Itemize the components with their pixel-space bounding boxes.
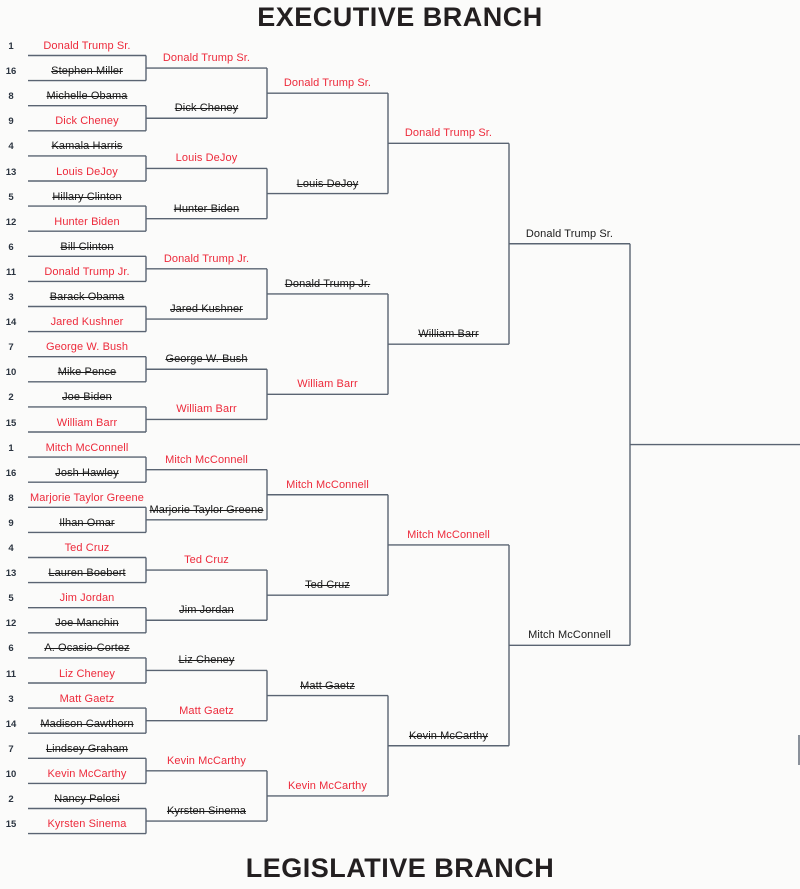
seed-number: 6 [8, 643, 14, 655]
bracket-entrant-round5[interactable]: Donald Trump Sr. [509, 228, 630, 240]
seed-number: 9 [8, 116, 14, 128]
seed-number: 5 [8, 191, 14, 203]
bracket-entrant-round2[interactable]: Louis DeJoy [146, 152, 267, 164]
bracket-entrant-round3[interactable]: Mitch McConnell [267, 479, 388, 491]
bracket-entrant-round2[interactable]: Matt Gaetz [146, 705, 267, 717]
bracket-entrant-round1[interactable]: A. Ocasio-Cortez [28, 642, 146, 654]
bracket-entrant-round3[interactable]: Donald Trump Jr. [267, 278, 388, 290]
bracket-entrant-round2[interactable]: Ted Cruz [146, 554, 267, 566]
bracket-entrant-round1[interactable]: Liz Cheney [28, 668, 146, 680]
bracket-entrant-round1[interactable]: Kamala Harris [28, 140, 146, 152]
seed-number: 14 [5, 317, 17, 329]
seed-number: 12 [5, 216, 17, 228]
seed-number: 13 [5, 568, 17, 580]
bracket-entrant-round1[interactable]: Josh Hawley [28, 467, 146, 479]
bracket-entrant-round2[interactable]: Hunter Biden [146, 203, 267, 215]
bracket-entrant-round1[interactable]: Donald Trump Jr. [28, 266, 146, 278]
bracket-entrant-round3[interactable]: Matt Gaetz [267, 680, 388, 692]
seed-number: 5 [8, 593, 14, 605]
bracket-entrant-round2[interactable]: William Barr [146, 403, 267, 415]
bracket-entrant-round3[interactable]: Kevin McCarthy [267, 780, 388, 792]
bracket-entrant-round2[interactable]: George W. Bush [146, 353, 267, 365]
seed-number: 15 [5, 819, 17, 831]
bracket-entrant-round1[interactable]: George W. Bush [28, 341, 146, 353]
bracket-entrant-round2[interactable]: Donald Trump Sr. [146, 52, 267, 64]
seed-number: 16 [5, 66, 17, 78]
seed-number: 13 [5, 166, 17, 178]
bracket-entrant-round3[interactable]: Louis DeJoy [267, 178, 388, 190]
bracket-entrant-round1[interactable]: Kevin McCarthy [28, 768, 146, 780]
page-title-executive-branch: EXECUTIVE BRANCH [257, 2, 543, 32]
tournament-bracket: EXECUTIVE BRANCH LEGISLATIVE BRANCH 1 16 8… [0, 0, 800, 889]
bracket-entrant-round1[interactable]: Marjorie Taylor Greene [28, 492, 146, 504]
bracket-entrant-round1[interactable]: William Barr [28, 417, 146, 429]
seed-number: 10 [5, 768, 17, 780]
bracket-entrant-round1[interactable]: Stephen Miller [28, 65, 146, 77]
bracket-entrant-round1[interactable]: Hillary Clinton [28, 191, 146, 203]
bracket-entrant-round1[interactable]: Jared Kushner [28, 316, 146, 328]
bracket-entrant-round4[interactable]: William Barr [388, 328, 509, 340]
bracket-entrant-round1[interactable]: Kyrsten Sinema [28, 818, 146, 830]
seed-number: 12 [5, 618, 17, 630]
bracket-entrant-round1[interactable]: Joe Manchin [28, 617, 146, 629]
seed-number: 6 [8, 241, 14, 253]
bracket-entrant-round1[interactable]: Ilhan Omar [28, 517, 146, 529]
bracket-entrant-round1[interactable]: Donald Trump Sr. [28, 40, 146, 52]
bracket-entrant-round1[interactable]: Lauren Boebert [28, 567, 146, 579]
seed-number: 2 [8, 392, 14, 404]
seed-number: 3 [8, 693, 14, 705]
seed-number: 2 [8, 794, 14, 805]
bracket-entrant-round1[interactable]: Ted Cruz [28, 542, 146, 554]
bracket-entrant-round1[interactable]: Barack Obama [28, 291, 146, 303]
seed-number: 10 [5, 367, 17, 379]
seed-number: 11 [5, 668, 17, 680]
bracket-entrant-round3[interactable]: Ted Cruz [267, 579, 388, 591]
bracket-entrant-round1[interactable]: Dick Cheney [28, 115, 146, 127]
bracket-entrant-round1[interactable]: Jim Jordan [28, 592, 146, 604]
seed-number: 11 [5, 266, 17, 278]
bracket-entrant-round2[interactable]: Jared Kushner [146, 303, 267, 315]
bracket-entrant-round1[interactable]: Matt Gaetz [28, 693, 146, 705]
seed-number: 14 [5, 718, 17, 730]
bracket-entrant-round4[interactable]: Mitch McConnell [388, 529, 509, 541]
bracket-entrant-round1[interactable]: Joe Biden [28, 391, 146, 403]
bracket-entrant-round1[interactable]: Nancy Pelosi [28, 793, 146, 805]
bracket-entrant-round1[interactable]: Michelle Obama [28, 90, 146, 102]
seed-number: 1 [8, 442, 14, 454]
bracket-entrant-round2[interactable]: Dick Cheney [146, 102, 267, 114]
bracket-entrant-round2[interactable]: Jim Jordan [146, 604, 267, 616]
seed-number: 3 [8, 292, 14, 303]
bracket-entrant-round3[interactable]: Donald Trump Sr. [267, 77, 388, 89]
seed-number: 16 [5, 467, 17, 479]
seed-number: 15 [5, 417, 17, 429]
seed-number: 1 [8, 41, 14, 52]
bracket-entrant-round4[interactable]: Donald Trump Sr. [388, 127, 509, 139]
bracket-entrant-round4[interactable]: Kevin McCarthy [388, 730, 509, 742]
bracket-entrant-round1[interactable]: Hunter Biden [28, 216, 146, 228]
bracket-entrant-round5[interactable]: Mitch McConnell [509, 629, 630, 641]
bracket-entrant-round2[interactable]: Mitch McConnell [146, 454, 267, 466]
seed-number: 8 [8, 492, 14, 504]
bracket-entrant-round2[interactable]: Marjorie Taylor Greene [146, 504, 267, 516]
bracket-entrant-round1[interactable]: Louis DeJoy [28, 166, 146, 178]
bracket-entrant-round2[interactable]: Liz Cheney [146, 654, 267, 666]
bracket-entrant-round1[interactable]: Mitch McConnell [28, 442, 146, 454]
seed-number: 8 [8, 91, 14, 103]
bracket-entrant-round2[interactable]: Donald Trump Jr. [146, 253, 267, 265]
seed-number: 7 [8, 342, 14, 354]
bracket-entrant-round2[interactable]: Kevin McCarthy [146, 755, 267, 767]
bracket-entrant-round1[interactable]: Bill Clinton [28, 241, 146, 253]
seed-number: 7 [8, 743, 14, 755]
seed-number: 4 [8, 543, 14, 554]
page-title-legislative-branch: LEGISLATIVE BRANCH [245, 853, 555, 883]
bracket-entrant-round1[interactable]: Mike Pence [28, 366, 146, 378]
bracket-entrant-round2[interactable]: Kyrsten Sinema [146, 805, 267, 817]
bracket-entrant-round3[interactable]: William Barr [267, 378, 388, 390]
bracket-entrant-round1[interactable]: Madison Cawthorn [28, 718, 146, 730]
seed-number: 9 [8, 517, 14, 529]
seed-number: 4 [8, 141, 14, 153]
bracket-entrant-round1[interactable]: Lindsey Graham [28, 743, 146, 755]
